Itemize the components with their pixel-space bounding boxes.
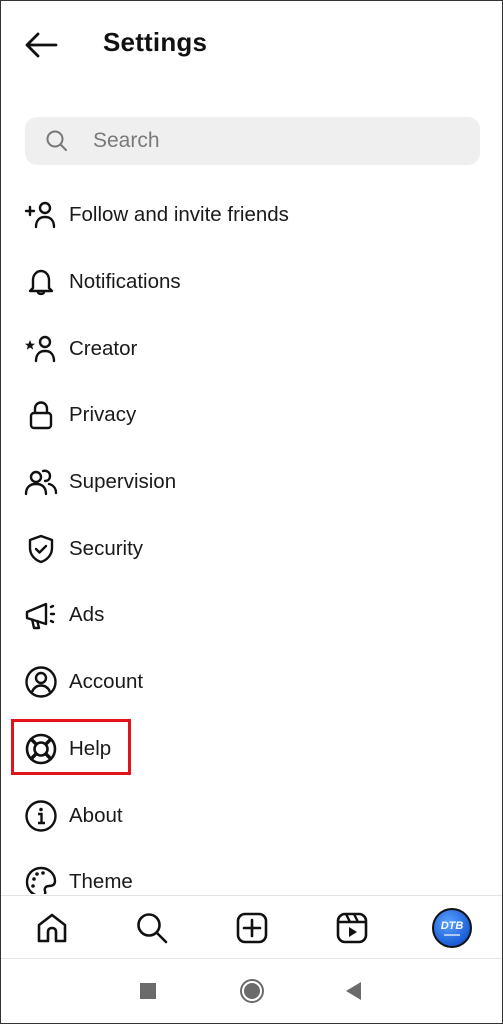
- back-button[interactable]: [23, 29, 59, 61]
- menu-item-label: Theme: [69, 870, 133, 894]
- system-nav-bar: [1, 958, 502, 1025]
- menu-item-privacy[interactable]: Privacy: [1, 382, 502, 449]
- menu-item-supervision[interactable]: Supervision: [1, 449, 502, 516]
- square-icon: [140, 983, 156, 999]
- plus-square-icon: [236, 912, 268, 944]
- menu-item-label: Security: [69, 536, 144, 560]
- menu-item-security[interactable]: Security: [1, 515, 502, 582]
- menu-item-theme[interactable]: Theme: [1, 849, 502, 894]
- shield-check-icon: [23, 531, 59, 567]
- lock-icon: [23, 397, 59, 433]
- home-icon: [37, 913, 67, 943]
- tab-search[interactable]: [132, 908, 172, 948]
- menu-item-creator[interactable]: Creator: [1, 315, 502, 382]
- menu-item-help[interactable]: Help: [1, 716, 502, 783]
- menu-item-label: Creator: [69, 336, 138, 360]
- circle-icon: [240, 979, 264, 1003]
- search-icon: [46, 130, 67, 151]
- menu-item-label: Ads: [69, 603, 105, 627]
- page-title: Settings: [103, 27, 208, 57]
- avatar: DTB: [432, 908, 472, 948]
- megaphone-icon: [23, 597, 59, 633]
- info-icon: [23, 798, 59, 834]
- triangle-back-icon: [346, 982, 361, 1000]
- arrow-left-icon: [25, 32, 58, 58]
- menu-item-label: Follow and invite friends: [69, 203, 289, 227]
- tab-create[interactable]: [232, 908, 272, 948]
- menu-item-label: Help: [69, 736, 112, 760]
- tab-reels[interactable]: [332, 908, 372, 948]
- back-system-button[interactable]: [341, 978, 367, 1004]
- search-input[interactable]: [91, 128, 435, 154]
- menu-item-follow-and-invite-friends[interactable]: Follow and invite friends: [1, 182, 502, 249]
- lifebuoy-icon: [23, 731, 59, 767]
- palette-icon: [23, 864, 59, 894]
- home-system-button[interactable]: [239, 978, 265, 1004]
- bell-icon: [23, 264, 59, 300]
- reels-icon: [336, 912, 368, 944]
- menu-item-ads[interactable]: Ads: [1, 582, 502, 649]
- star-person-icon: [23, 331, 59, 367]
- tab-profile[interactable]: DTB: [432, 908, 472, 948]
- menu-item-notifications[interactable]: Notifications: [1, 249, 502, 316]
- account-circle-icon: [23, 664, 59, 700]
- search-icon: [137, 913, 168, 944]
- search-bar[interactable]: [25, 117, 480, 165]
- menu-item-label: Notifications: [69, 270, 181, 294]
- header: Settings: [1, 1, 502, 91]
- people-icon: [23, 464, 59, 500]
- add-person-icon: [23, 197, 59, 233]
- settings-menu: Follow and invite friends Notifications …: [1, 182, 502, 894]
- menu-item-label: About: [69, 803, 123, 827]
- bottom-tab-bar: DTB: [1, 895, 502, 959]
- menu-item-about[interactable]: About: [1, 782, 502, 849]
- recents-button[interactable]: [135, 978, 161, 1004]
- menu-item-label: Supervision: [69, 470, 177, 494]
- tab-home[interactable]: [32, 908, 72, 948]
- menu-item-label: Account: [69, 670, 144, 694]
- menu-item-account[interactable]: Account: [1, 649, 502, 716]
- avatar-text: DTB: [440, 919, 464, 932]
- avatar-subtext: [444, 933, 460, 936]
- menu-item-label: Privacy: [69, 403, 137, 427]
